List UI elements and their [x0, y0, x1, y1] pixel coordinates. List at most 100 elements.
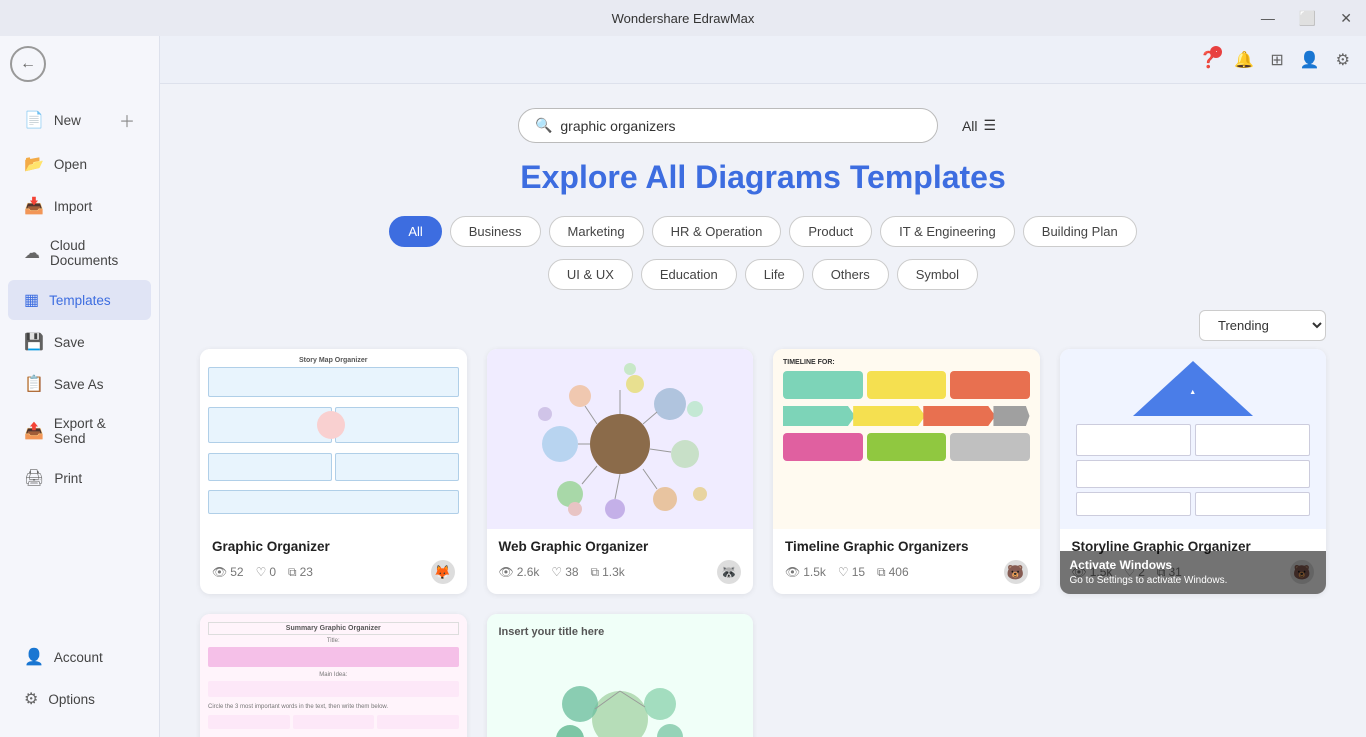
template-name-tl: Timeline Graphic Organizers	[785, 539, 1028, 554]
sidebar-item-options[interactable]: ⚙ Options	[8, 679, 151, 719]
sidebar-item-import[interactable]: 📥 Import	[8, 186, 151, 226]
window-controls: — ⬜ ✕	[1255, 8, 1358, 29]
minimize-button[interactable]: —	[1255, 8, 1281, 28]
template-thumb-sl: ▲	[1060, 349, 1327, 529]
sidebar-item-export[interactable]: 📤 Export & Send	[8, 406, 151, 456]
sidebar-item-account[interactable]: 👤 Account	[8, 637, 151, 677]
activate-message: Go to Settings to activate Windows.	[1070, 574, 1317, 588]
search-box[interactable]: 🔍	[518, 108, 938, 143]
options-icon: ⚙	[24, 689, 38, 709]
hero-prefix: Explore	[520, 159, 645, 195]
insert-title-text: Insert your title here	[499, 626, 605, 638]
help-icon[interactable]: ❓·	[1198, 50, 1218, 70]
hero-title: Explore All Diagrams Templates	[160, 159, 1366, 196]
templates-icon: ▦	[24, 290, 39, 310]
template-info-web: Web Graphic Organizer 👁 2.6k ♡ 38 ⧉ 1.3k…	[487, 529, 754, 594]
sidebar-item-label: Export & Send	[54, 416, 135, 446]
template-stats-tl: 👁 1.5k ♡ 15 ⧉ 406 🐻	[785, 560, 1028, 584]
sidebar-item-label: New	[54, 113, 81, 128]
cloud-icon: ☁	[24, 243, 40, 263]
template-card-timeline[interactable]: TIMELINE FOR:	[773, 349, 1040, 594]
filter-all[interactable]: All	[389, 216, 441, 247]
template-name-web: Web Graphic Organizer	[499, 539, 742, 554]
filter-education[interactable]: Education	[641, 259, 737, 290]
sidebar-item-label: Templates	[49, 293, 111, 308]
avatar-web: 🦝	[717, 560, 741, 584]
filter-marketing[interactable]: Marketing	[549, 216, 644, 247]
sidebar-item-templates[interactable]: ▦ Templates	[8, 280, 151, 320]
template-card-insert-title[interactable]: Insert your title here Insert yo	[487, 614, 754, 737]
views-stat: 👁 52	[212, 565, 244, 579]
menu-icon: ☰	[984, 117, 997, 134]
likes-stat: ♡ 0	[256, 565, 276, 579]
sidebar: ← 📄 New ＋ 📂 Open 📥 Import ☁ Cloud Docume…	[0, 36, 160, 737]
sidebar-nav: 📄 New ＋ 📂 Open 📥 Import ☁ Cloud Document…	[0, 92, 159, 627]
sidebar-item-label: Print	[54, 471, 82, 486]
sidebar-item-label: Open	[54, 157, 87, 172]
account-icon: 👤	[24, 647, 44, 667]
import-icon: 📥	[24, 196, 44, 216]
filter-business[interactable]: Business	[450, 216, 541, 247]
search-input[interactable]	[560, 118, 921, 134]
maximize-button[interactable]: ⬜	[1293, 8, 1322, 29]
category-filters-row1: All Business Marketing HR & Operation Pr…	[160, 216, 1366, 255]
print-icon: 🖨	[24, 468, 44, 488]
sidebar-item-label: Cloud Documents	[50, 238, 135, 268]
all-filter-button[interactable]: All ☰	[950, 111, 1008, 140]
settings-icon[interactable]: ⚙	[1336, 50, 1350, 70]
new-icon: 📄	[24, 110, 44, 130]
likes-stat: ♡ 15	[838, 565, 865, 579]
filter-product[interactable]: Product	[789, 216, 872, 247]
copies-stat: ⧉ 406	[877, 565, 909, 580]
views-stat: 👁 2.6k	[499, 565, 540, 579]
copies-stat: ⧉ 23	[288, 565, 313, 580]
activate-title: Activate Windows	[1070, 557, 1317, 574]
template-thumb-bubble: Insert your title here	[487, 614, 754, 737]
back-button[interactable]: ←	[4, 40, 52, 88]
filter-building[interactable]: Building Plan	[1023, 216, 1137, 247]
filter-hr[interactable]: HR & Operation	[652, 216, 782, 247]
filter-symbol[interactable]: Symbol	[897, 259, 978, 290]
sidebar-item-print[interactable]: 🖨 Print	[8, 458, 151, 498]
filter-others[interactable]: Others	[812, 259, 889, 290]
filter-it[interactable]: IT & Engineering	[880, 216, 1015, 247]
notification-icon[interactable]: 🔔	[1234, 50, 1254, 70]
sort-bar: Trending Newest Most Popular	[160, 298, 1366, 349]
template-name-go: Graphic Organizer	[212, 539, 455, 554]
filter-uiux[interactable]: UI & UX	[548, 259, 633, 290]
sidebar-item-label: Save	[54, 335, 85, 350]
close-button[interactable]: ✕	[1334, 8, 1358, 29]
avatar-tl: 🐻	[1004, 560, 1028, 584]
sidebar-item-saveas[interactable]: 📋 Save As	[8, 364, 151, 404]
template-stats-web: 👁 2.6k ♡ 38 ⧉ 1.3k 🦝	[499, 560, 742, 584]
sort-select[interactable]: Trending Newest Most Popular	[1199, 310, 1326, 341]
avatar-go: 🦊	[431, 560, 455, 584]
user-icon[interactable]: 👤	[1300, 50, 1320, 70]
template-stats-go: 👁 52 ♡ 0 ⧉ 23 🦊	[212, 560, 455, 584]
template-card-graphic-organizer[interactable]: Story Map Organizer Graphic Organizer	[200, 349, 467, 594]
template-card-storyline[interactable]: ▲ Storyline Graphic Organizer	[1060, 349, 1327, 594]
search-icon: 🔍	[535, 117, 552, 134]
app-title: Wondershare EdrawMax	[612, 11, 755, 26]
sidebar-item-new[interactable]: 📄 New ＋	[8, 98, 151, 142]
sidebar-item-save[interactable]: 💾 Save	[8, 322, 151, 362]
likes-stat: ♡ 38	[551, 565, 578, 579]
hero-section: Explore All Diagrams Templates	[160, 159, 1366, 196]
sidebar-item-open[interactable]: 📂 Open	[8, 144, 151, 184]
template-card-summary[interactable]: Summary Graphic Organizer Title: Main Id…	[200, 614, 467, 737]
template-thumb-tl: TIMELINE FOR:	[773, 349, 1040, 529]
sidebar-item-label: Account	[54, 650, 103, 665]
filter-life[interactable]: Life	[745, 259, 804, 290]
category-filters-row2: UI & UX Education Life Others Symbol	[160, 259, 1366, 298]
saveas-icon: 📋	[24, 374, 44, 394]
views-stat: 👁 1.5k	[785, 565, 826, 579]
template-grid: Story Map Organizer Graphic Organizer	[160, 349, 1366, 737]
search-area: 🔍 All ☰	[160, 84, 1366, 159]
sidebar-bottom: 👤 Account ⚙ Options	[0, 627, 159, 737]
new-plus-icon: ＋	[119, 108, 135, 132]
grid-icon[interactable]: ⊞	[1270, 50, 1283, 70]
export-icon: 📤	[24, 421, 44, 441]
template-card-web[interactable]: Web Graphic Organizer 👁 2.6k ♡ 38 ⧉ 1.3k…	[487, 349, 754, 594]
sidebar-item-label: Save As	[54, 377, 104, 392]
sidebar-item-cloud[interactable]: ☁ Cloud Documents	[8, 228, 151, 278]
